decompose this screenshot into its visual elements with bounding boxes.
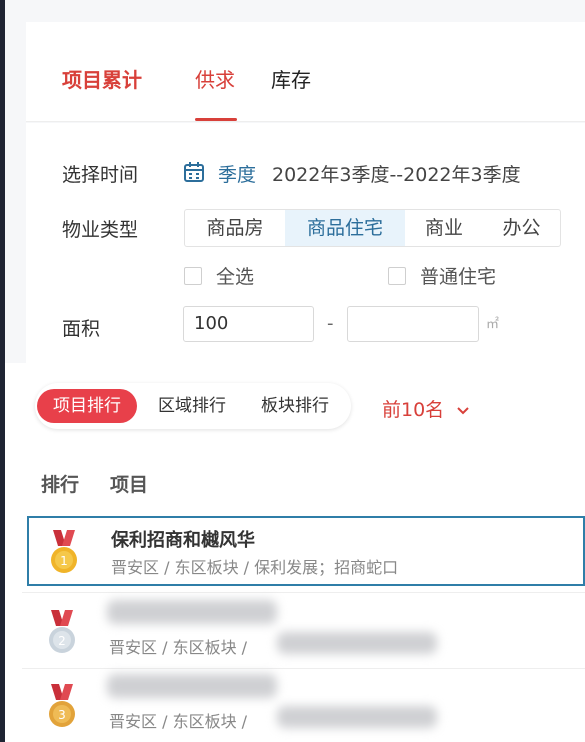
- check-ordinary-housing[interactable]: 普通住宅: [388, 262, 496, 289]
- svg-text:1: 1: [60, 554, 68, 568]
- top-n-label: 前10名: [382, 399, 445, 421]
- svg-text:3: 3: [58, 708, 66, 722]
- row-project-detail: 晋安区 / 东区板块 /: [109, 712, 248, 731]
- chevron-down-icon: [457, 406, 469, 414]
- property-option-residential[interactable]: 商品住宅: [285, 210, 405, 246]
- time-label: 选择时间: [62, 164, 139, 186]
- redacted-project-name: [107, 674, 277, 698]
- active-tab-indicator: [195, 118, 237, 121]
- area-unit: ㎡: [486, 317, 500, 332]
- redacted-project-name: [107, 600, 277, 624]
- gold-medal-icon: 1: [51, 530, 77, 573]
- row-divider: [22, 668, 585, 669]
- column-rank-header: 排行: [41, 474, 80, 496]
- redacted-project-developer: [277, 632, 437, 654]
- property-option-commercial-housing[interactable]: 商品房: [185, 210, 285, 246]
- check-all[interactable]: 全选: [184, 262, 254, 289]
- mode-district-ranking[interactable]: 区域排行: [143, 389, 241, 423]
- top-n-dropdown[interactable]: 前10名: [382, 395, 470, 422]
- tab-supply-demand[interactable]: 供求: [195, 64, 235, 93]
- area-label: 面积: [62, 318, 101, 340]
- property-type-segmented: 商品房 商品住宅 商业 办公: [184, 209, 561, 247]
- time-mode-selector[interactable]: 季度: [218, 160, 256, 187]
- property-type-label: 物业类型: [62, 219, 139, 241]
- silver-medal-icon: 2: [49, 610, 75, 653]
- area-range-dash: -: [327, 313, 334, 334]
- checkbox-icon: [184, 266, 202, 285]
- row-project-name: 保利招商和樾风华: [111, 530, 255, 551]
- table-row[interactable]: 2 晋安区 / 东区板块 /: [27, 598, 585, 668]
- row-project-detail: 晋安区 / 东区板块 /: [109, 638, 248, 657]
- tab-bar: 项目累计 供求 库存: [26, 22, 585, 122]
- area-max-input[interactable]: [347, 306, 479, 342]
- ranking-mode-switch: 项目排行 区域排行 板块排行: [35, 383, 351, 429]
- table-row[interactable]: 3 晋安区 / 东区板块 /: [27, 672, 585, 742]
- check-ordinary-label: 普通住宅: [420, 266, 497, 288]
- bronze-medal-icon: 3: [49, 684, 75, 727]
- row-divider: [22, 592, 585, 593]
- calendar-icon[interactable]: [183, 161, 205, 183]
- time-range-value[interactable]: 2022年3季度--2022年3季度: [272, 160, 521, 187]
- svg-text:2: 2: [58, 634, 66, 648]
- property-option-business[interactable]: 商业: [405, 210, 483, 246]
- filter-panel: 选择时间 季度 2022年3季度--2022年3季度 物业类型 商品房 商品住宅…: [26, 123, 585, 363]
- tab-inventory[interactable]: 库存: [271, 64, 311, 93]
- property-option-office[interactable]: 办公: [483, 210, 560, 246]
- area-min-input[interactable]: 100: [183, 306, 314, 342]
- check-all-label: 全选: [216, 266, 255, 288]
- row-project-detail: 晋安区 / 东区板块 / 保利发展；招商蛇口: [111, 558, 399, 577]
- column-project-header: 项目: [110, 474, 149, 496]
- checkbox-icon: [388, 266, 406, 285]
- tab-project-total[interactable]: 项目累计: [62, 64, 142, 93]
- redacted-project-developer: [277, 706, 437, 728]
- mode-project-ranking[interactable]: 项目排行: [37, 389, 137, 423]
- mode-block-ranking[interactable]: 板块排行: [245, 389, 345, 423]
- table-row[interactable]: 1 保利招商和樾风华 晋安区 / 东区板块 / 保利发展；招商蛇口: [27, 516, 585, 586]
